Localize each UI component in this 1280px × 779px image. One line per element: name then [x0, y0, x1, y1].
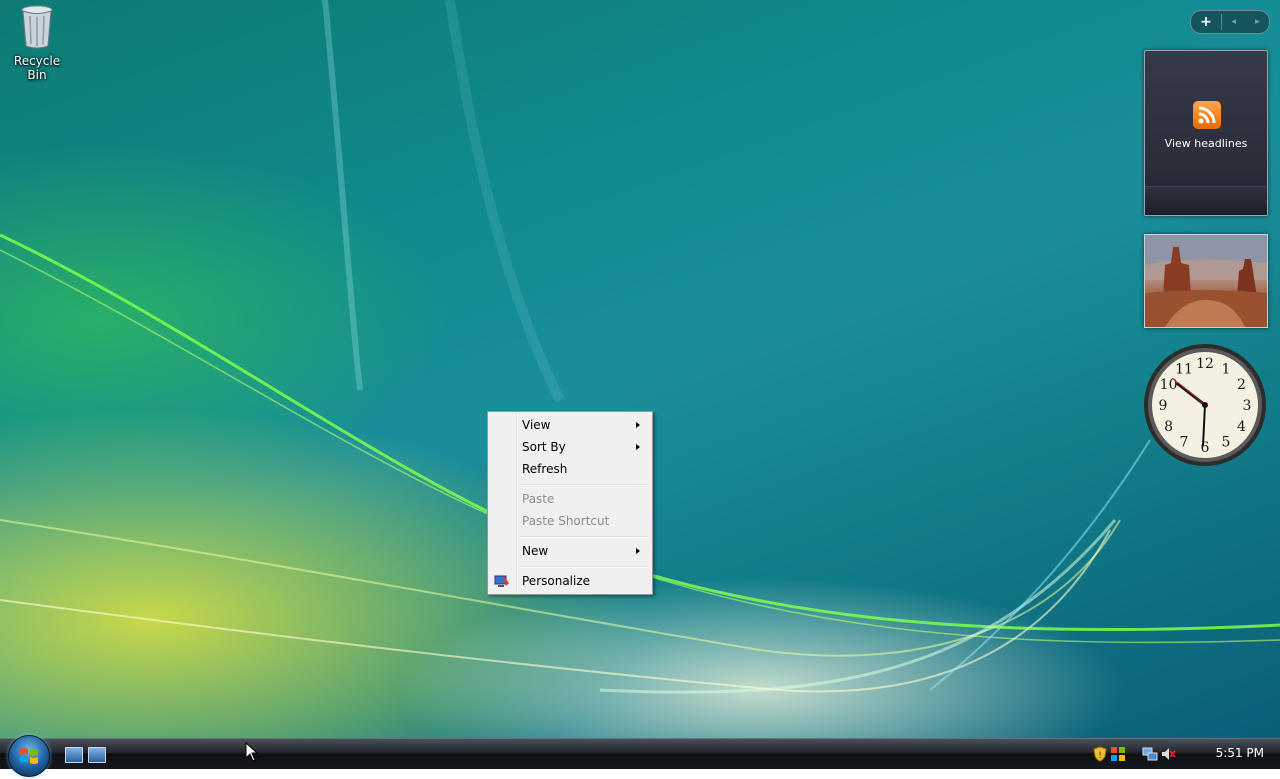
submenu-arrow-icon	[636, 548, 640, 554]
network-icon[interactable]	[1142, 746, 1158, 762]
menu-separator	[520, 536, 648, 538]
taskbar: ! 5:51 PM	[0, 735, 1280, 777]
submenu-arrow-icon	[636, 422, 640, 428]
slideshow-gadget[interactable]	[1144, 234, 1268, 328]
menu-item-label: Refresh	[522, 462, 568, 476]
view-headlines-link[interactable]: View headlines	[1145, 137, 1267, 150]
clock-numeral: 5	[1222, 434, 1231, 450]
menu-separator	[520, 566, 648, 568]
menu-item-personalize[interactable]: Personalize	[490, 570, 650, 592]
mouse-cursor-icon	[245, 742, 259, 762]
windows-logo-icon	[20, 748, 38, 764]
menu-item-paste-shortcut[interactable]: Paste Shortcut	[490, 510, 650, 532]
analog-clock-face: 12 12 3 45678 9 1011	[1144, 344, 1266, 466]
menu-item-paste[interactable]: Paste	[490, 488, 650, 510]
menu-item-sort-by[interactable]: Sort By	[490, 436, 650, 458]
clock-numeral: 3	[1243, 398, 1252, 414]
clock-numeral: 9	[1159, 398, 1168, 414]
show-desktop-icon[interactable]	[65, 747, 83, 763]
volume-muted-icon[interactable]	[1160, 746, 1176, 762]
next-gadget-page-button[interactable]: ▸	[1255, 17, 1260, 27]
menu-item-new[interactable]: New	[490, 540, 650, 562]
clock-numeral: 4	[1237, 419, 1246, 435]
menu-item-refresh[interactable]: Refresh	[490, 458, 650, 480]
sidebar-controls: + ◂ ▸	[1190, 10, 1270, 34]
security-shield-icon[interactable]: !	[1092, 746, 1108, 762]
menu-item-label: Sort By	[522, 440, 566, 454]
feed-gadget-footer	[1145, 186, 1267, 215]
clock-numeral: 7	[1180, 434, 1189, 450]
recycle-bin-icon	[17, 2, 57, 50]
windows-update-icon[interactable]	[1110, 746, 1126, 762]
clock-numeral: 10	[1160, 377, 1178, 393]
start-button[interactable]	[8, 735, 50, 777]
clock-numeral: 12	[1196, 356, 1214, 372]
clock-numeral: 8	[1164, 419, 1173, 435]
desktop-icon-recycle-bin[interactable]: Recycle Bin	[4, 2, 70, 82]
clock-numeral: 1	[1222, 362, 1231, 378]
clock-numeral: 2	[1237, 377, 1246, 393]
clock-numeral: 11	[1175, 362, 1193, 378]
feed-headlines-gadget[interactable]: View headlines	[1144, 50, 1268, 216]
switch-windows-icon[interactable]	[88, 747, 106, 763]
clock-gadget[interactable]: 12 1 2 3 4 5 6 7 8 9 10 11	[1142, 342, 1268, 468]
menu-item-view[interactable]: View	[490, 414, 650, 436]
system-tray: ! 5:51 PM	[1093, 739, 1280, 769]
submenu-arrow-icon	[636, 444, 640, 450]
menu-item-label: New	[522, 544, 549, 558]
menu-item-label: Personalize	[522, 574, 591, 588]
wallpaper	[0, 0, 1280, 694]
rss-icon	[1193, 101, 1221, 129]
menu-item-label: Paste	[522, 492, 555, 506]
monument-valley-photo	[1145, 235, 1267, 327]
desktop-icon-label: Recycle Bin	[13, 54, 61, 82]
add-gadget-button[interactable]: +	[1191, 14, 1222, 30]
previous-gadget-page-button[interactable]: ◂	[1231, 17, 1236, 27]
menu-item-label: View	[522, 418, 551, 432]
personalize-icon	[494, 573, 510, 589]
svg-text:!: !	[1098, 751, 1102, 761]
desktop-context-menu: View Sort By Refresh Paste Paste Shortcu…	[487, 411, 653, 595]
desktop[interactable]: Recycle Bin + ◂ ▸ View headlines 12 1 2 …	[0, 0, 1280, 738]
taskbar-clock[interactable]: 5:51 PM	[1216, 746, 1264, 760]
menu-separator	[520, 484, 648, 486]
menu-item-label: Paste Shortcut	[522, 514, 610, 528]
clock-numeral: 6	[1201, 440, 1210, 456]
